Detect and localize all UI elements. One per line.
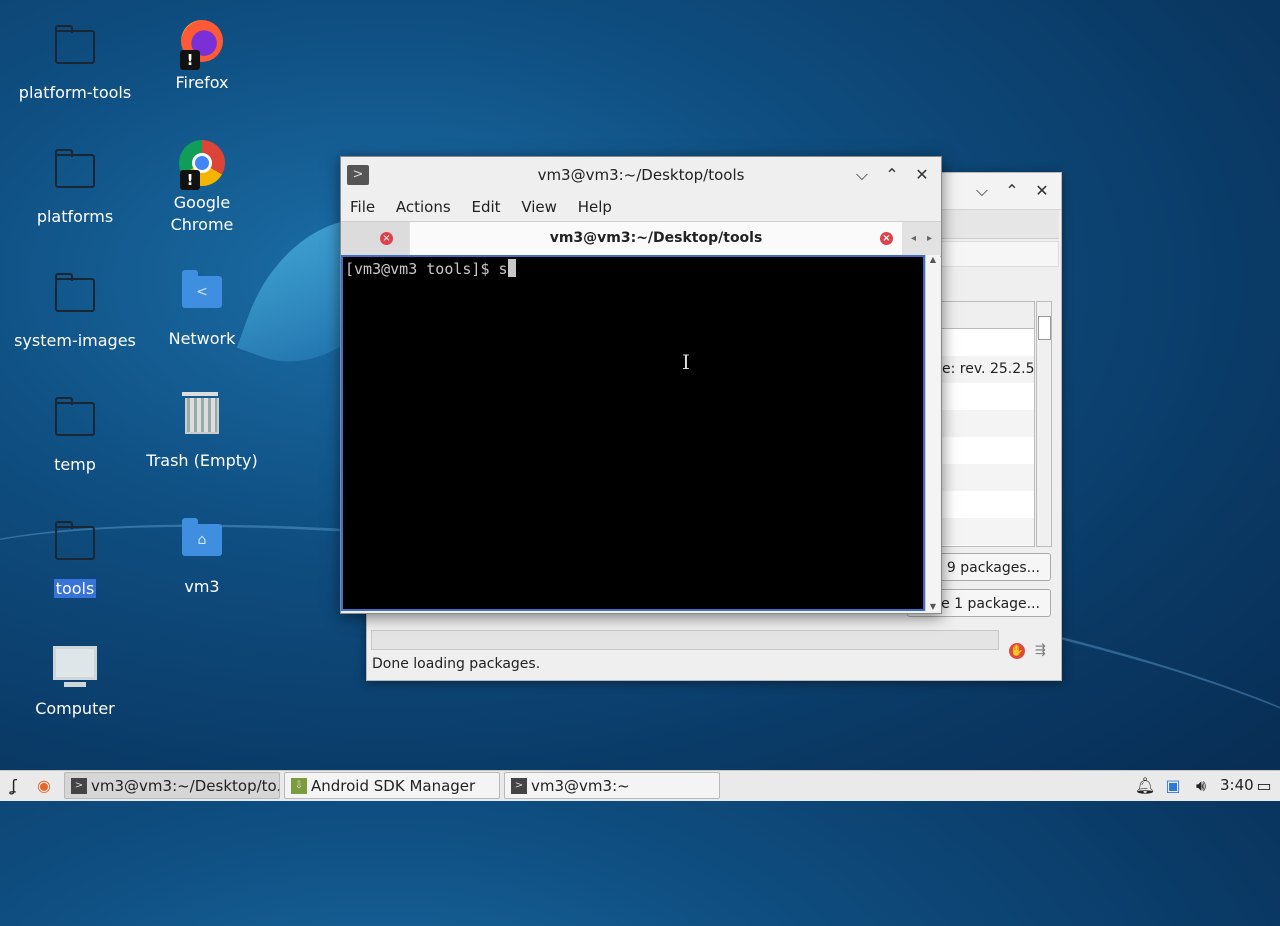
terminal-icon: >	[511, 778, 527, 794]
desktop-icon-label: Network	[168, 329, 236, 348]
chrome-icon: !	[178, 140, 226, 190]
warning-icon: !	[180, 170, 200, 190]
terminal-window[interactable]: > vm3@vm3:~/Desktop/tools ⌵ ⌃ ✕ File Act…	[340, 156, 942, 614]
desktop-icon-label: vm3	[184, 577, 220, 596]
trash-icon	[178, 392, 226, 446]
desktop-icon-google-chrome[interactable]: ! Google Chrome	[139, 140, 265, 236]
taskbar: ʆ ◉ > vm3@vm3:~/Desktop/to... ⇩ Android …	[0, 770, 1280, 801]
terminal-titlebar[interactable]: > vm3@vm3:~/Desktop/tools ⌵ ⌃ ✕	[341, 157, 941, 193]
scroll-down-icon[interactable]: ▼	[926, 602, 940, 611]
terminal-icon: >	[71, 778, 87, 794]
terminal-tab-bar: × vm3@vm3:~/Desktop/tools × ◂ ▸	[341, 221, 941, 257]
status-text: Done loading packages.	[372, 656, 541, 672]
firefox-launcher-icon[interactable]: ◉	[32, 774, 56, 798]
desktop-icon-label: platform-tools	[18, 83, 132, 102]
minimize-icon[interactable]: ⌵	[850, 163, 874, 187]
tab-label: vm3@vm3:~/Desktop/tools	[549, 230, 763, 246]
volume-icon[interactable]: 🔊︎	[1189, 774, 1213, 798]
maximize-icon[interactable]: ⌃	[1000, 179, 1024, 203]
table-scrollbar[interactable]	[1036, 301, 1052, 547]
menu-help[interactable]: Help	[578, 198, 612, 216]
desktop-icon-label: temp	[54, 455, 96, 474]
home-folder-icon: ⌂	[178, 518, 226, 572]
network-folder-icon: <	[178, 270, 226, 324]
tab-active[interactable]: vm3@vm3:~/Desktop/tools ×	[410, 222, 902, 255]
clock[interactable]: 3:40	[1220, 776, 1254, 794]
task-terminal-tools[interactable]: > vm3@vm3:~/Desktop/to...	[64, 772, 280, 799]
minimize-icon[interactable]: ⌵	[970, 179, 994, 203]
tab-scroll-left-icon[interactable]: ◂	[911, 222, 923, 255]
network-tray-icon[interactable]: ▣	[1161, 774, 1185, 798]
close-tab-icon[interactable]: ×	[380, 232, 393, 245]
progress-bar	[371, 630, 999, 650]
desktop-icon-computer[interactable]: Computer	[12, 638, 138, 720]
folder-icon	[51, 273, 99, 326]
menu-view[interactable]: View	[521, 198, 557, 216]
package-rev-text: e: rev. 25.2.5	[942, 361, 1034, 377]
scroll-up-icon[interactable]: ▲	[926, 255, 940, 264]
task-label: Android SDK Manager	[311, 777, 476, 795]
desktop-icon-tools[interactable]: tools	[12, 514, 138, 600]
desktop-icon-firefox[interactable]: ! Firefox	[139, 18, 265, 94]
text-cursor	[507, 259, 516, 277]
task-label: vm3@vm3:~	[531, 777, 630, 795]
desktop-icon-label: Computer	[35, 699, 115, 718]
show-desktop-icon[interactable]: ▭	[1252, 774, 1276, 798]
folder-icon	[51, 25, 99, 78]
firefox-icon: !	[178, 20, 226, 70]
maximize-icon[interactable]: ⌃	[880, 163, 904, 187]
task-terminal-home[interactable]: > vm3@vm3:~	[504, 772, 720, 799]
desktop-icon-system-images[interactable]: system-images	[12, 266, 138, 352]
desktop-icon-platforms[interactable]: platforms	[12, 142, 138, 228]
stop-icon[interactable]: ✋	[1009, 643, 1025, 659]
folder-icon	[51, 149, 99, 202]
desktop-icon-label: Trash (Empty)	[146, 451, 258, 470]
terminal-scrollbar[interactable]: ▲ ▼	[925, 255, 940, 611]
desktop-icon-label: system-images	[14, 331, 136, 350]
warning-icon: !	[180, 50, 200, 70]
desktop-icon-label: Firefox	[175, 73, 229, 92]
terminal-menubar: File Actions Edit View Help	[341, 193, 941, 221]
desktop-icon-label: platforms	[36, 207, 114, 226]
close-icon[interactable]: ✕	[1030, 179, 1054, 203]
desktop-icon-temp[interactable]: temp	[12, 390, 138, 476]
menu-file[interactable]: File	[350, 198, 375, 216]
app-menu-icon[interactable]: ʆ	[2, 774, 26, 798]
menu-actions[interactable]: Actions	[396, 198, 451, 216]
ibeam-cursor-icon: I	[682, 350, 690, 374]
computer-icon	[51, 646, 99, 694]
menu-edit[interactable]: Edit	[471, 198, 500, 216]
terminal-output[interactable]: [vm3@vm3 tools]$ s	[341, 255, 925, 611]
desktop-icon-label: tools	[53, 579, 97, 598]
notification-bell-icon[interactable]: 🔔︎	[1133, 774, 1157, 798]
desktop-icon-trash[interactable]: Trash (Empty)	[139, 390, 265, 472]
task-label: vm3@vm3:~/Desktop/to...	[91, 777, 280, 795]
scrollbar-thumb[interactable]	[1038, 316, 1051, 340]
prompt-line: [vm3@vm3 tools]$ s	[345, 260, 508, 278]
tab-inactive[interactable]: ×	[341, 222, 409, 255]
folder-icon	[51, 397, 99, 450]
task-android-sdk-manager[interactable]: ⇩ Android SDK Manager	[284, 772, 500, 799]
tab-scroll-right-icon[interactable]: ▸	[927, 222, 939, 255]
android-sdk-icon: ⇩	[291, 778, 307, 794]
desktop-icon-network[interactable]: < Network	[139, 266, 265, 350]
desktop-icon-label: Google Chrome	[170, 193, 234, 234]
folder-icon	[51, 521, 99, 574]
close-icon[interactable]: ✕	[910, 163, 934, 187]
log-icon[interactable]: ⇶	[1035, 643, 1046, 658]
desktop-icon-vm3[interactable]: ⌂ vm3	[139, 514, 265, 598]
close-tab-icon[interactable]: ×	[880, 232, 893, 245]
desktop-icon-platform-tools[interactable]: platform-tools	[12, 18, 138, 104]
